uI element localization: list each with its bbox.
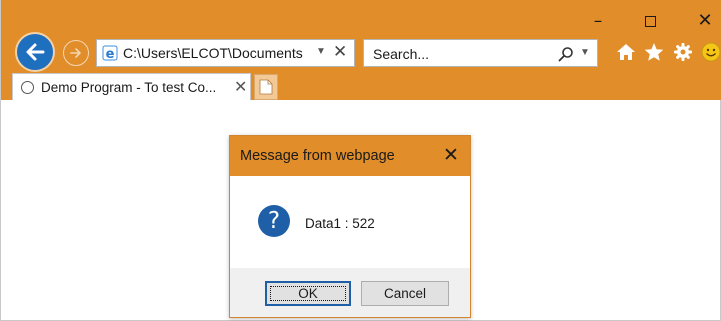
cancel-button-label: Cancel [383, 286, 427, 301]
question-icon: ? [258, 205, 290, 237]
tab-demo-program[interactable]: Demo Program - To test Co... ✕ [12, 73, 251, 100]
focus-ring [270, 286, 346, 301]
page-ie-icon: e [102, 45, 118, 61]
ok-button[interactable]: OK [265, 281, 351, 306]
new-tab-button[interactable] [254, 74, 278, 100]
address-dropdown-icon[interactable]: ▼ [316, 46, 326, 57]
search-dropdown-icon[interactable]: ▼ [580, 47, 590, 58]
back-arrow-icon [26, 43, 45, 61]
svg-text:e: e [106, 47, 115, 61]
address-clear-icon[interactable]: ✕ [333, 42, 347, 62]
tab-close-icon[interactable]: ✕ [234, 77, 247, 96]
dialog-titlebar: Message from webpage ✕ [230, 136, 470, 176]
loading-spinner-icon [21, 81, 34, 94]
minimize-button[interactable]: – [583, 10, 613, 32]
search-icon[interactable] [558, 46, 574, 62]
forward-button[interactable] [63, 40, 89, 66]
dialog-message: Data1 : 522 [305, 216, 375, 231]
message-dialog: Message from webpage ✕ ? Data1 : 522 OK … [229, 135, 471, 318]
settings-gear-icon[interactable] [672, 41, 694, 63]
favorites-star-icon[interactable] [643, 41, 665, 63]
cancel-button[interactable]: Cancel [361, 281, 449, 306]
dialog-close-icon[interactable]: ✕ [443, 144, 459, 166]
feedback-smiley-icon[interactable] [700, 41, 721, 63]
address-bar[interactable]: e C:\Users\ELCOT\Documents ▼ ✕ [96, 39, 355, 67]
close-window-button[interactable]: ✕ [690, 10, 720, 32]
search-box[interactable]: Search... ▼ [363, 39, 598, 67]
maximize-icon [644, 15, 656, 27]
dialog-footer: OK Cancel [230, 268, 470, 317]
dialog-title: Message from webpage [240, 148, 395, 164]
tab-title: Demo Program - To test Co... [41, 80, 217, 95]
browser-chrome: – ✕ e C:\Users\ELCOT\Documents ▼ ✕ Searc… [1, 0, 721, 100]
search-input[interactable]: Search... [373, 46, 429, 62]
forward-arrow-icon [70, 48, 81, 58]
back-button[interactable] [15, 32, 55, 72]
maximize-button[interactable] [635, 10, 665, 32]
home-icon[interactable] [615, 41, 637, 63]
new-tab-icon [259, 79, 273, 95]
browser-window: – ✕ e C:\Users\ELCOT\Documents ▼ ✕ Searc… [0, 0, 721, 321]
address-url[interactable]: C:\Users\ELCOT\Documents [123, 45, 303, 61]
